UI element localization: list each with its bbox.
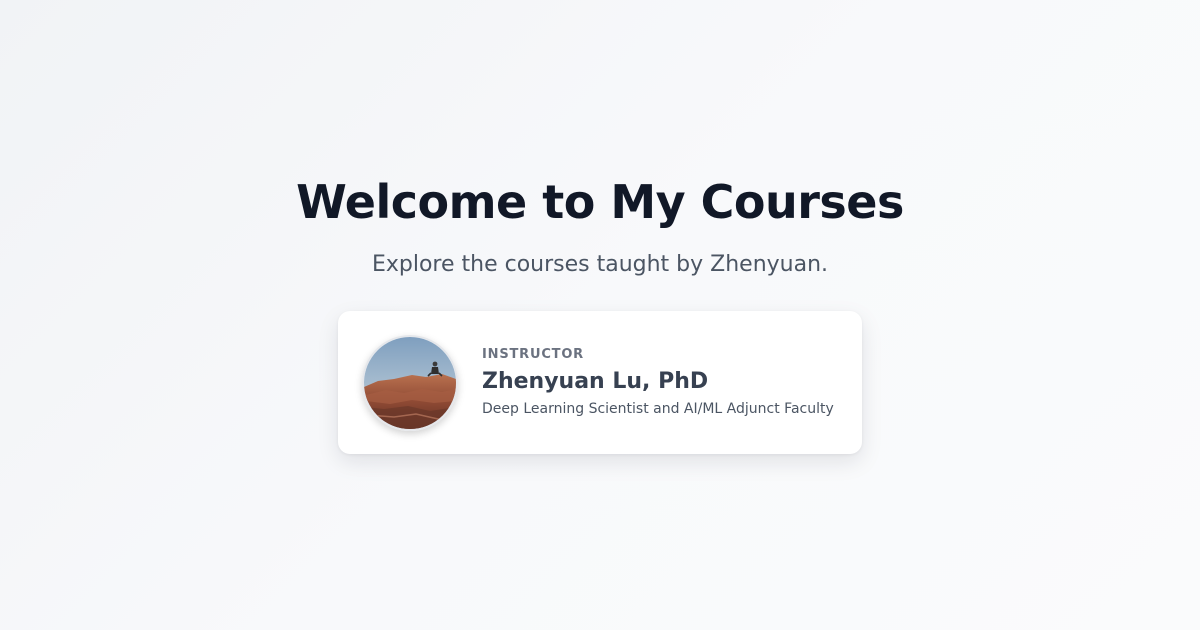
instructor-card: INSTRUCTOR Zhenyuan Lu, PhD Deep Learnin… [338, 311, 862, 454]
instructor-info: INSTRUCTOR Zhenyuan Lu, PhD Deep Learnin… [482, 347, 852, 418]
page-title: Welcome to My Courses [296, 175, 904, 229]
avatar-photo-icon [364, 337, 456, 429]
instructor-role-label: INSTRUCTOR [482, 347, 584, 362]
instructor-name: Zhenyuan Lu, PhD [482, 369, 709, 394]
page-subtitle: Explore the courses taught by Zhenyuan. [371, 252, 829, 277]
instructor-description: Deep Learning Scientist and AI/ML Adjunc… [482, 401, 834, 417]
instructor-avatar [362, 335, 458, 431]
hero-section: Welcome to My Courses Explore the course… [0, 0, 1200, 630]
